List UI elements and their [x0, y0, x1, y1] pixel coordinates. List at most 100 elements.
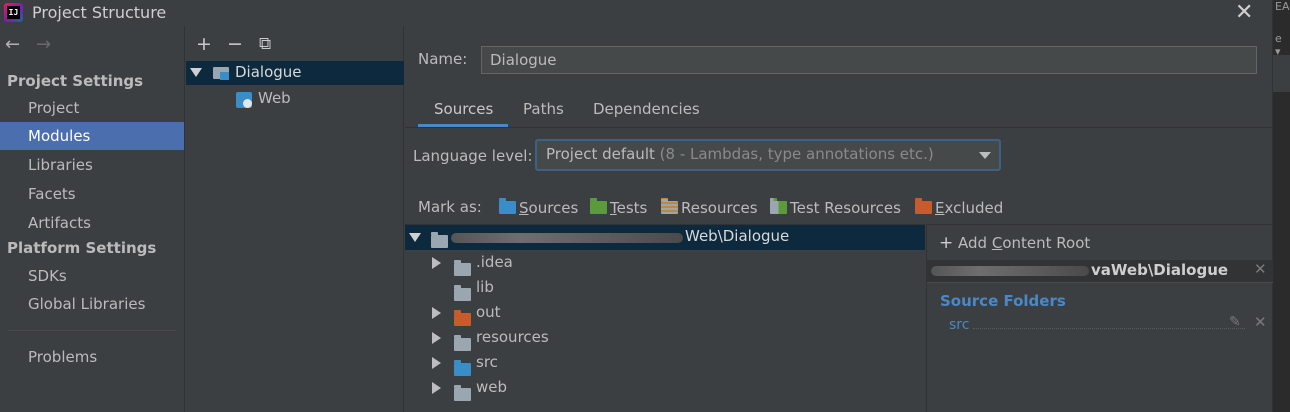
background-window-strip: EA e ▾	[1272, 0, 1290, 412]
mark-as-label: Mark as:	[418, 198, 482, 216]
expand-arrow-icon[interactable]	[432, 307, 441, 319]
expand-arrow-icon[interactable]	[432, 332, 441, 344]
excluded-folder-icon	[454, 310, 471, 326]
sidebar-item-libraries[interactable]: Libraries	[0, 151, 184, 179]
remove-module-icon[interactable]: −	[227, 33, 243, 55]
excluded-folder-icon	[915, 198, 932, 214]
section-platform-settings: Platform Settings	[7, 239, 157, 257]
tree-row-root[interactable]: Web\Dialogue	[405, 225, 925, 250]
sidebar-item-artifacts[interactable]: Artifacts	[0, 209, 184, 237]
tab-dependencies[interactable]: Dependencies	[593, 100, 700, 118]
add-content-root-button[interactable]: + Add Content Root	[939, 233, 1090, 253]
sidebar-item-project[interactable]: Project	[0, 94, 184, 122]
tree-item-label: web	[476, 378, 508, 396]
tree-row-lib[interactable]: lib	[430, 275, 494, 301]
source-folder-link[interactable]: src	[949, 317, 969, 333]
module-row-dialogue[interactable]: Dialogue	[186, 61, 404, 85]
sidebar-item-global-libraries[interactable]: Global Libraries	[0, 290, 184, 318]
app-icon-text: IJ	[7, 6, 20, 19]
expand-arrow-icon[interactable]	[432, 257, 441, 269]
tree-row-web[interactable]: web	[430, 375, 507, 401]
plus-icon: +	[939, 233, 954, 253]
tests-folder-icon	[590, 198, 607, 214]
settings-sidebar: ← → Project Settings Project Modules Lib…	[0, 26, 185, 412]
remove-source-folder-icon[interactable]: ✕	[1254, 313, 1267, 331]
tree-item-label: src	[476, 353, 498, 371]
redacted-path	[931, 266, 1089, 276]
module-name-dialogue: Dialogue	[235, 63, 302, 81]
sidebar-item-facets[interactable]: Facets	[0, 180, 184, 208]
section-project-settings: Project Settings	[7, 72, 144, 90]
tree-row-out[interactable]: out	[430, 300, 501, 326]
mark-tests-label: ests	[616, 199, 648, 217]
module-name-input[interactable]	[481, 46, 1257, 74]
resources-folder-icon	[661, 198, 678, 214]
mark-excluded-label: xcluded	[944, 199, 1004, 217]
source-folders-heading: Source Folders	[940, 292, 1066, 310]
forward-arrow-icon[interactable]: →	[36, 34, 51, 55]
test-resources-folder-icon	[770, 198, 787, 214]
remove-content-root-icon[interactable]: ✕	[1254, 260, 1267, 278]
language-level-hint: (8 - Lambdas, type annotations etc.)	[659, 145, 934, 163]
expand-arrow-icon[interactable]	[432, 357, 441, 369]
mark-test-resources-button[interactable]: Test Resources	[770, 198, 901, 217]
tree-row-idea[interactable]: .idea	[430, 250, 513, 276]
content-root-pane: + Add Content Root vaWeb\Dialogue ✕ Sour…	[926, 224, 1273, 412]
background-window-text: EA	[1275, 0, 1290, 13]
mark-excluded-button[interactable]: Excluded	[915, 198, 1004, 217]
tree-item-label: lib	[476, 278, 494, 296]
name-label: Name:	[418, 50, 468, 68]
edit-pencil-icon[interactable]: ✎	[1229, 314, 1241, 330]
title-bar: IJ Project Structure ✕	[0, 0, 1272, 26]
tabs-divider	[405, 127, 1272, 128]
content-root-path: vaWeb\Dialogue	[1091, 261, 1229, 279]
content-root-header: vaWeb\Dialogue ✕	[927, 260, 1273, 282]
sidebar-item-sdks[interactable]: SDKs	[0, 262, 184, 290]
mark-resources-button[interactable]: Resources	[661, 198, 758, 217]
content-root-divider	[927, 282, 1273, 283]
expand-arrow-icon[interactable]	[190, 68, 202, 77]
sidebar-item-modules[interactable]: Modules	[0, 122, 184, 150]
copy-module-icon[interactable]: ⧉	[259, 34, 271, 54]
tree-row-resources[interactable]: resources	[430, 325, 549, 351]
add-module-icon[interactable]: +	[196, 33, 212, 55]
tab-paths[interactable]: Paths	[523, 100, 564, 118]
module-settings-panel: Name: Sources Paths Dependencies Languag…	[405, 26, 1273, 412]
redacted-path	[451, 233, 683, 243]
collapse-arrow-icon[interactable]	[409, 233, 421, 242]
folder-icon	[431, 232, 448, 248]
window-title: Project Structure	[32, 3, 167, 22]
mark-tests-mnemonic: T	[610, 199, 617, 217]
tab-sources[interactable]: Sources	[434, 100, 493, 118]
intellij-app-icon: IJ	[4, 3, 23, 22]
mark-sources-label: ources	[528, 199, 579, 217]
tree-item-label: out	[476, 303, 501, 321]
mark-sources-button[interactable]: Sources	[499, 198, 579, 217]
mark-sources-mnemonic: S	[519, 199, 529, 217]
mark-test-resources-label: Test Resources	[790, 199, 901, 217]
sidebar-divider	[8, 330, 176, 331]
tree-row-src[interactable]: src	[430, 350, 498, 376]
language-level-label: Language level:	[413, 147, 533, 165]
web-facet-icon	[236, 92, 252, 108]
back-arrow-icon[interactable]: ←	[5, 34, 20, 55]
language-level-dropdown[interactable]: Project default (8 - Lambdas, type annot…	[535, 139, 1001, 171]
folder-icon	[454, 385, 471, 401]
root-path-label: Web\Dialogue	[685, 227, 790, 245]
chevron-down-icon	[979, 152, 991, 159]
add-content-root-label: Add Content Root	[958, 234, 1091, 252]
content-root-tree: Web\Dialogue .idea lib out resources src	[405, 224, 925, 412]
folder-icon	[454, 335, 471, 351]
close-icon[interactable]: ✕	[1235, 0, 1253, 25]
source-folder-row: src ✎ ✕	[949, 313, 1267, 335]
expand-arrow-icon[interactable]	[432, 382, 441, 394]
folder-icon	[454, 285, 471, 301]
tree-item-label: .idea	[476, 253, 513, 271]
mark-tests-button[interactable]: Tests	[590, 198, 648, 217]
module-folder-icon	[213, 67, 229, 80]
mark-resources-label: Resources	[681, 199, 758, 217]
sidebar-item-problems[interactable]: Problems	[0, 343, 184, 371]
module-name-web: Web	[258, 89, 291, 107]
sources-folder-icon	[499, 198, 516, 214]
background-window-panel	[1273, 55, 1290, 92]
